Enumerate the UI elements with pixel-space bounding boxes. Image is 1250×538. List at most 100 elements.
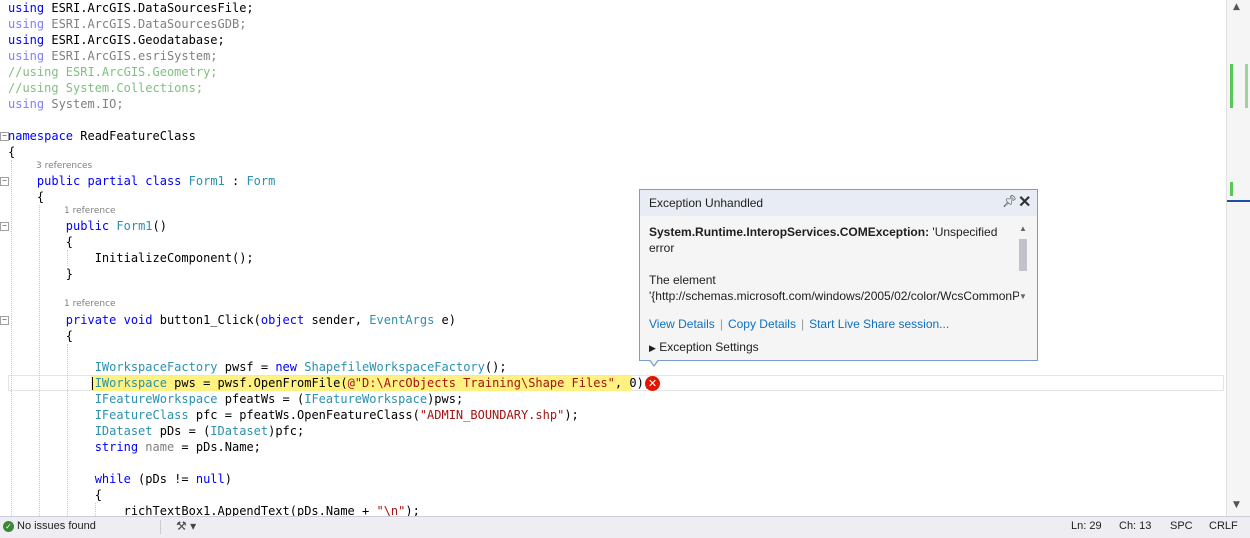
column-number[interactable]: Ch: 13 [1119,520,1151,532]
popup-scrollbar[interactable]: ▲ ▼ [1018,224,1030,304]
code-token: string [94,440,139,454]
scroll-up-icon[interactable]: ▲ [1233,2,1240,12]
indent-guide [39,205,40,516]
popup-pointer-inner [649,358,659,365]
code-line: using ESRI.ArcGIS.esriSystem; [0,48,1226,64]
code-token: System.IO; [44,97,124,111]
live-share-link[interactable]: Start Live Share session... [809,317,949,331]
copy-details-link[interactable]: Copy Details [728,317,796,331]
popup-scroll-thumb[interactable] [1019,239,1027,271]
code-token: ) [224,472,232,486]
code-token: sender, [304,313,370,327]
code-token: )pws; [427,392,464,406]
code-line-text: { [8,189,44,205]
code-line-text: using System.IO; [8,96,124,112]
code-token: "ADMIN_BOUNDARY.shp" [419,408,565,422]
exception-settings-label: Exception Settings [659,340,759,354]
expand-triangle-icon: ▶ [649,343,656,353]
code-token: richTextBox1.AppendText(pDs.Name + [8,504,377,516]
code-token: object [260,313,305,327]
code-token: ); [405,504,420,516]
code-line-text: richTextBox1.AppendText(pDs.Name + "\n")… [8,503,420,516]
code-token: IFeatureClass [94,408,189,422]
text-caret [92,377,93,390]
issues-status[interactable]: No issues found [17,520,96,532]
code-token: @"D:\ArcObjects Training\Shape Files" [347,376,615,390]
code-token: IWorkspace [94,376,167,390]
code-line-text: IWorkspace pws = pwsf.OpenFromFile(@"D:\… [8,375,651,391]
view-details-link[interactable]: View Details [649,317,715,331]
code-editor[interactable]: using ESRI.ArcGIS.DataSourcesFile; using … [0,0,1226,516]
code-line-text: { [8,144,15,160]
code-token: name [145,440,175,454]
code-token: ESRI.ArcGIS.DataSourcesFile; [44,1,254,15]
code-line: private void button1_Click(object sender… [0,312,1226,328]
code-line: public partial class Form1 : Form [0,173,1226,189]
fold-namespace-icon[interactable]: − [0,132,9,141]
scroll-down-icon[interactable]: ▼ [1233,500,1240,510]
code-token: private void [65,313,153,327]
code-line-text: using ESRI.ArcGIS.DataSourcesFile; [8,0,254,16]
line-ending[interactable]: CRLF [1209,520,1238,532]
pin-icon[interactable]: 📌︎ [1002,194,1017,208]
code-line-text: { [8,487,102,503]
code-token: IWorkspaceFactory [94,360,218,374]
scroll-position-marker [1227,200,1250,202]
code-lens-reference-count[interactable]: 1 reference [64,299,116,310]
code-token: e) [434,313,456,327]
exception-popup: Exception Unhandled 📌︎ ✕ System.Runtime.… [639,189,1038,361]
code-token: EventArgs [369,313,435,327]
indent-guide [95,503,96,516]
vertical-scrollbar[interactable]: ▲ ▼ [1226,0,1250,516]
code-lens-reference-count[interactable]: 3 references [36,161,92,172]
popup-title: Exception Unhandled [649,196,764,210]
code-token: new [275,360,298,374]
popup-scroll-up-icon[interactable]: ▲ [1019,224,1027,233]
code-token: (); [484,360,507,374]
code-line: IWorkspace pws = pwsf.OpenFromFile(@"D:\… [0,375,1226,391]
code-token: ReadFeatureClass [73,129,196,143]
code-line-text: IWorkspaceFactory pwsf = new ShapefileWo… [8,359,507,375]
code-token: { [8,488,102,502]
code-line: using ESRI.ArcGIS.Geodatabase; [0,32,1226,48]
fold-constructor-icon[interactable]: − [0,222,9,231]
code-line-text: using ESRI.ArcGIS.Geodatabase; [8,32,225,48]
code-token: ); [564,408,579,422]
code-line-text: { [8,234,73,250]
code-token: "\n" [376,504,406,516]
code-token: //using System.Collections; [8,81,204,95]
line-number[interactable]: Ln: 29 [1071,520,1102,532]
code-token: while [94,472,131,486]
code-line-text: while (pDs != null) [8,471,232,487]
exception-error-icon[interactable]: ✕ [645,376,660,391]
code-token: public partial class [36,174,182,188]
code-line-text: IFeatureClass pfc = pfeatWs.OpenFeatureC… [8,407,579,423]
code-line-text: } [8,266,73,282]
code-token: ESRI.ArcGIS.Geodatabase; [44,33,225,47]
fold-class-icon[interactable]: − [0,177,9,186]
code-token: () [152,219,167,233]
code-cleanup-icon[interactable]: ⚒ ▾ [176,519,196,533]
code-token: using [8,97,45,111]
code-line-text: namespace ReadFeatureClass [8,128,196,144]
code-line: } [0,266,1226,282]
code-token: : [224,174,247,188]
code-line: IDataset pDs = (IDataset)pfc; [0,423,1226,439]
code-line: //using ESRI.ArcGIS.Geometry; [0,64,1226,80]
code-lens-reference-count[interactable]: 1 reference [64,206,116,217]
fold-method-icon[interactable]: − [0,316,9,325]
exception-settings-toggle[interactable]: ▶ Exception Settings [649,340,759,354]
code-line-text: public partial class Form1 : Form [8,173,275,189]
close-icon[interactable]: ✕ [1018,192,1031,212]
code-token: public [65,219,110,233]
code-line: using System.IO; [0,96,1226,112]
code-token: IFeatureWorkspace [94,392,218,406]
code-line-text: //using ESRI.ArcGIS.Geometry; [8,64,218,80]
whitespace-mode[interactable]: SPC [1170,520,1193,532]
popup-scroll-down-icon[interactable]: ▼ [1019,292,1027,301]
